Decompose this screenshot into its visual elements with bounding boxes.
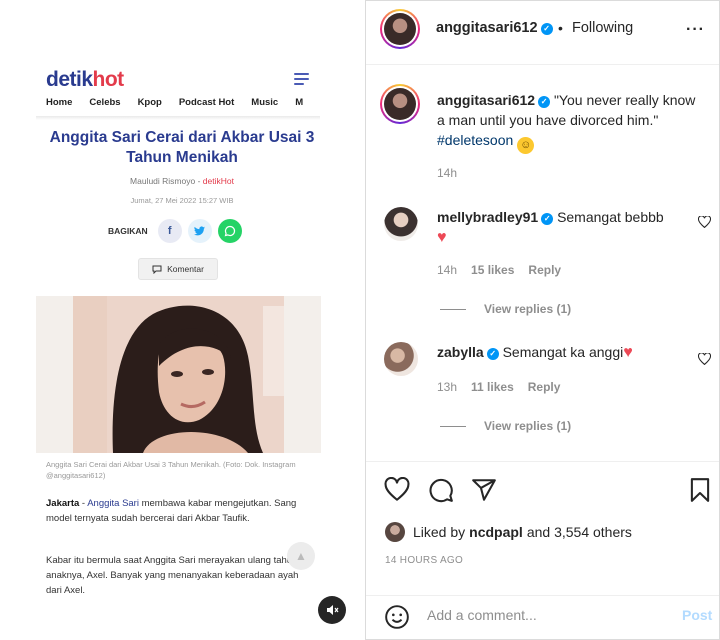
nav-item: Kpop: [137, 97, 162, 108]
nav-item: M: [295, 97, 304, 108]
view-replies-button[interactable]: View replies (1): [440, 302, 571, 316]
post-timestamp[interactable]: 14 HOURS AGO: [385, 555, 463, 566]
comment-body: mellybradley91 ✓ Semangat bebbb ♥: [437, 207, 697, 248]
comment-like-heart-icon[interactable]: [697, 352, 712, 368]
post-author-avatar[interactable]: [380, 9, 420, 49]
like-heart-icon[interactable]: [384, 476, 410, 503]
hashtag-link[interactable]: #deletesoon: [437, 132, 513, 148]
verified-badge-icon: ✓: [486, 348, 499, 360]
likes-count-link[interactable]: and 3,554 others: [527, 524, 632, 540]
share-label: BAGIKAN: [108, 226, 148, 236]
nav-item: Music: [251, 97, 279, 108]
comment-time[interactable]: 13h: [437, 380, 457, 394]
comment-avatar[interactable]: [384, 207, 418, 241]
article-byline: Mauludi Rismoyo - detikHot: [130, 176, 234, 186]
article-paragraph-1: Jakarta - Anggita Sari membawa kabar men…: [46, 498, 297, 524]
detikhot-logo: detikhot: [46, 68, 124, 91]
nav-item: Celebs: [89, 97, 121, 108]
scroll-up-icon: ▲: [287, 542, 315, 570]
comment-username[interactable]: zabylla: [437, 344, 484, 360]
post-comment-button[interactable]: Post: [682, 607, 712, 623]
reply-button[interactable]: Reply: [528, 263, 561, 277]
post-author-username[interactable]: anggitasari612 ✓: [436, 20, 553, 36]
comment-likes[interactable]: 15 likes: [471, 263, 514, 277]
comment-icon[interactable]: [428, 477, 454, 503]
comment-text: Semangat bebbb: [557, 209, 664, 225]
comment-likes[interactable]: 11 likes: [471, 380, 514, 394]
article-paragraph-2: Kabar itu bermula saat Anggita Sari mera…: [46, 555, 299, 596]
article-title: Anggita Sari Cerai dari Akbar Usai 3 Tah…: [49, 129, 315, 166]
comment-meta: 14h 15 likes Reply: [437, 263, 575, 277]
more-options-icon[interactable]: ···: [686, 21, 705, 39]
pane-divider: [365, 0, 366, 640]
view-replies-button[interactable]: View replies (1): [440, 419, 571, 433]
add-comment-bar: Add a comment... Post: [366, 595, 719, 639]
comment-text: Semangat ka anggi: [502, 344, 624, 360]
liker-username[interactable]: ncdpapl: [469, 524, 523, 540]
article-date: Jumat, 27 Mei 2022 15:27 WIB: [130, 196, 234, 205]
red-heart-emoji-icon: ♥: [623, 344, 633, 361]
nav-item: Podcast Hot: [178, 97, 235, 108]
verified-badge-icon: ✓: [538, 96, 551, 108]
comment-body: zabylla ✓ Semangat ka anggi♥: [437, 342, 697, 363]
post-caption: anggitasari612 ✓ "You never really know a…: [437, 90, 707, 154]
smiling-emoji-icon: ☺: [517, 136, 535, 154]
following-button[interactable]: Following: [572, 20, 633, 36]
emoji-icon[interactable]: [384, 604, 410, 630]
facebook-icon: f: [157, 219, 182, 243]
bookmark-icon[interactable]: [687, 477, 713, 503]
actions-divider: [366, 461, 719, 462]
mute-button[interactable]: [318, 596, 346, 624]
post-media-article-screenshot[interactable]: detikhot Home Celebs Kpop Podcast Hot Music M…: [0, 0, 365, 640]
nav-item: Home: [46, 97, 73, 108]
photo-caption: Anggita Sari Cerai dari Akbar Usai 3 Tah…: [46, 460, 296, 480]
liker-avatar[interactable]: [385, 522, 405, 542]
red-heart-emoji-icon: ♥: [437, 229, 447, 246]
header-separator: •: [558, 20, 563, 36]
likes-summary: Liked by ncdpapl and 3,554 others: [385, 522, 632, 542]
nav-shadow: [36, 116, 320, 120]
article-photo: [73, 296, 284, 453]
komentar-button: Komentar: [138, 258, 218, 280]
verified-badge-icon: ✓: [540, 22, 553, 35]
caption-timestamp[interactable]: 14h: [437, 166, 457, 180]
reply-button[interactable]: Reply: [528, 380, 561, 394]
comment-input[interactable]: Add a comment...: [427, 607, 537, 623]
caption-author-avatar[interactable]: [380, 84, 420, 124]
comment-username[interactable]: mellybradley91: [437, 209, 538, 225]
comment-avatar[interactable]: [384, 342, 418, 376]
header-divider: [366, 64, 719, 65]
share-icon[interactable]: [471, 477, 497, 503]
caption-username[interactable]: anggitasari612: [437, 92, 535, 108]
share-bar: BAGIKAN f: [108, 219, 242, 243]
whatsapp-icon: [217, 219, 242, 243]
comment-meta: 13h 11 likes Reply: [437, 380, 574, 394]
comment-time[interactable]: 14h: [437, 263, 457, 277]
hamburger-menu-icon: [294, 73, 309, 88]
twitter-icon: [187, 219, 212, 243]
article-nav: Home Celebs Kpop Podcast Hot Music M: [46, 97, 320, 111]
verified-badge-icon: ✓: [541, 213, 554, 225]
comment-like-heart-icon[interactable]: [697, 215, 712, 231]
